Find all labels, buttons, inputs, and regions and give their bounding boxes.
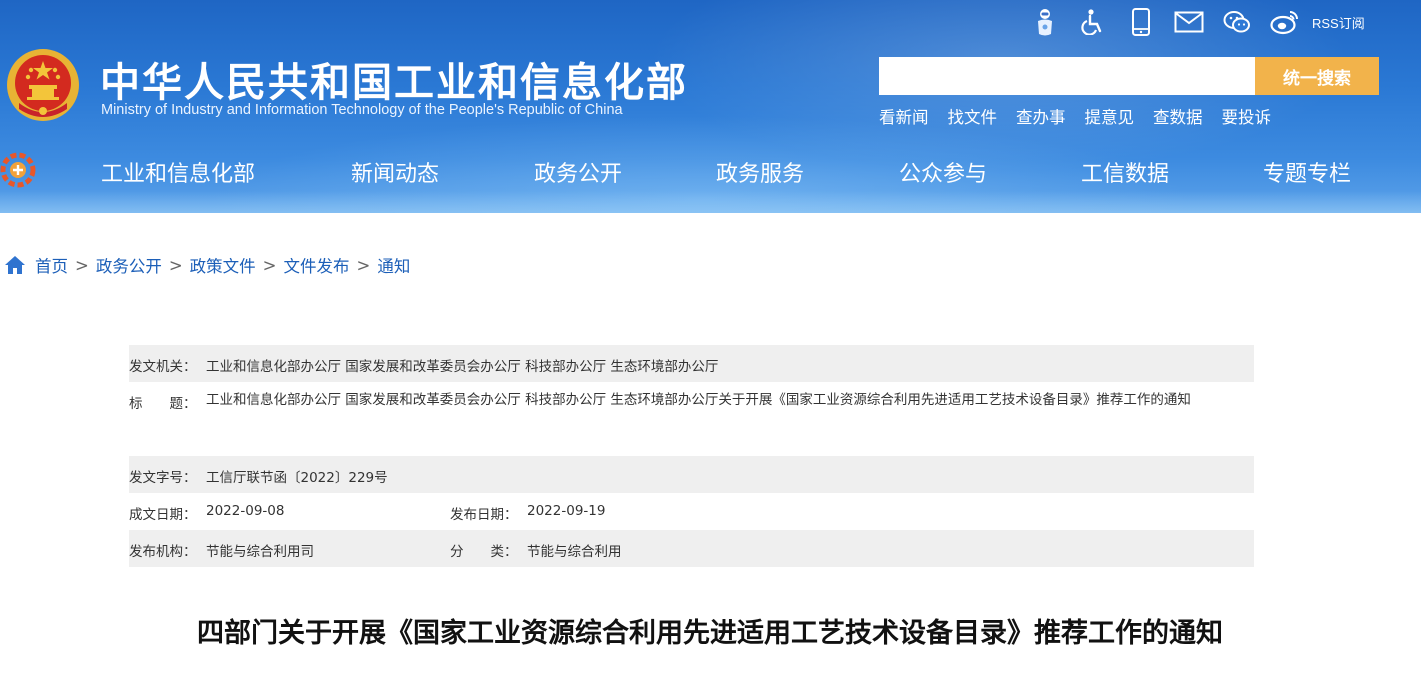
mobile-icon[interactable] <box>1126 7 1156 37</box>
quick-link-complaint[interactable]: 要投诉 <box>1222 104 1272 128</box>
document-info-table: 发文机关： 工业和信息化部办公厅 国家发展和改革委员会办公厅 科技部办公厅 生态… <box>129 345 1254 567</box>
info-row-title: 标 题： 工业和信息化部办公厅 国家发展和改革委员会办公厅 科技部办公厅 生态环… <box>129 382 1254 456</box>
weibo-icon[interactable] <box>1270 7 1300 37</box>
nav-item-services[interactable]: 政务服务 <box>716 156 804 188</box>
breadcrumb-separator: > <box>75 255 89 275</box>
quick-link-news[interactable]: 看新闻 <box>879 104 929 128</box>
breadcrumb-file-release[interactable]: 文件发布 <box>283 253 349 277</box>
published-date-label: 发布日期： <box>450 507 518 523</box>
breadcrumb-notice[interactable]: 通知 <box>377 253 410 277</box>
utility-icons: RSS订阅 <box>1030 4 1365 40</box>
info-row-doc-number: 发文字号： 工信厅联节函〔2022〕229号 <box>129 456 1254 493</box>
search-input[interactable] <box>879 57 1255 95</box>
quick-link-services[interactable]: 查办事 <box>1016 104 1066 128</box>
accessibility-icon[interactable] <box>1078 7 1108 37</box>
quick-link-files[interactable]: 找文件 <box>948 104 998 128</box>
breadcrumb: 首页 > 政务公开 > 政策文件 > 文件发布 > 通知 <box>4 253 410 277</box>
mail-icon[interactable] <box>1174 7 1204 37</box>
site-subtitle: Ministry of Industry and Information Tec… <box>101 102 623 118</box>
site-header: 中华人民共和国工业和信息化部 Ministry of Industry and … <box>0 0 1421 213</box>
quick-link-feedback[interactable]: 提意见 <box>1085 104 1135 128</box>
breadcrumb-home[interactable]: 首页 <box>35 253 68 277</box>
info-row-org: 发布机构： 节能与综合利用司 分 类： 节能与综合利用 <box>129 530 1254 567</box>
created-date-label: 成文日期： <box>129 507 197 523</box>
search-button[interactable]: 统一搜索 <box>1255 57 1379 95</box>
breadcrumb-policy-files[interactable]: 政策文件 <box>190 253 256 277</box>
issuer-label: 发文机关： <box>129 359 197 375</box>
doc-number-value: 工信厅联节函〔2022〕229号 <box>206 470 388 486</box>
site-title: 中华人民共和国工业和信息化部 <box>100 60 688 106</box>
breadcrumb-separator: > <box>168 255 183 275</box>
quick-link-data[interactable]: 查数据 <box>1153 104 1203 128</box>
home-icon[interactable] <box>4 255 26 275</box>
main-nav: 工业和信息化部 新闻动态 政务公开 政务服务 公众参与 工信数据 专题专栏 <box>0 150 1421 198</box>
org-value: 节能与综合利用司 <box>206 544 314 560</box>
info-row-issuer: 发文机关： 工业和信息化部办公厅 国家发展和改革委员会办公厅 科技部办公厅 生态… <box>129 345 1254 382</box>
org-label: 发布机构： <box>129 544 197 560</box>
published-date-value: 2022-09-19 <box>527 503 606 519</box>
title-label: 标 题： <box>129 396 197 412</box>
breadcrumb-separator: > <box>356 255 371 275</box>
category-label: 分 类： <box>450 544 518 560</box>
breadcrumb-open-affairs[interactable]: 政务公开 <box>96 253 162 277</box>
nav-item-open-affairs[interactable]: 政务公开 <box>534 156 622 188</box>
wechat-icon[interactable] <box>1222 7 1252 37</box>
nav-item-ministry[interactable]: 工业和信息化部 <box>101 156 255 188</box>
article-title: 四部门关于开展《国家工业资源综合利用先进适用工艺技术设备目录》推荐工作的通知 <box>197 618 1223 649</box>
info-row-dates: 成文日期： 2022-09-08 发布日期： 2022-09-19 <box>129 493 1254 530</box>
robot-icon[interactable] <box>1030 7 1060 37</box>
category-value: 节能与综合利用 <box>527 544 622 560</box>
created-date-value: 2022-09-08 <box>206 503 285 519</box>
breadcrumb-separator: > <box>262 255 277 275</box>
quick-links: 看新闻 找文件 查办事 提意见 查数据 要投诉 <box>879 104 1290 128</box>
nav-item-data[interactable]: 工信数据 <box>1081 156 1169 188</box>
nav-item-news[interactable]: 新闻动态 <box>351 156 439 188</box>
doc-number-label: 发文字号： <box>129 470 197 486</box>
nav-item-participation[interactable]: 公众参与 <box>899 156 987 188</box>
nav-item-topics[interactable]: 专题专栏 <box>1263 156 1351 188</box>
national-emblem-icon <box>7 49 79 121</box>
title-value: 工业和信息化部办公厅 国家发展和改革委员会办公厅 科技部办公厅 生态环境部办公厅… <box>206 392 1191 408</box>
rss-link[interactable]: RSS订阅 <box>1312 13 1365 32</box>
issuer-value: 工业和信息化部办公厅 国家发展和改革委员会办公厅 科技部办公厅 生态环境部办公厅 <box>206 359 719 375</box>
